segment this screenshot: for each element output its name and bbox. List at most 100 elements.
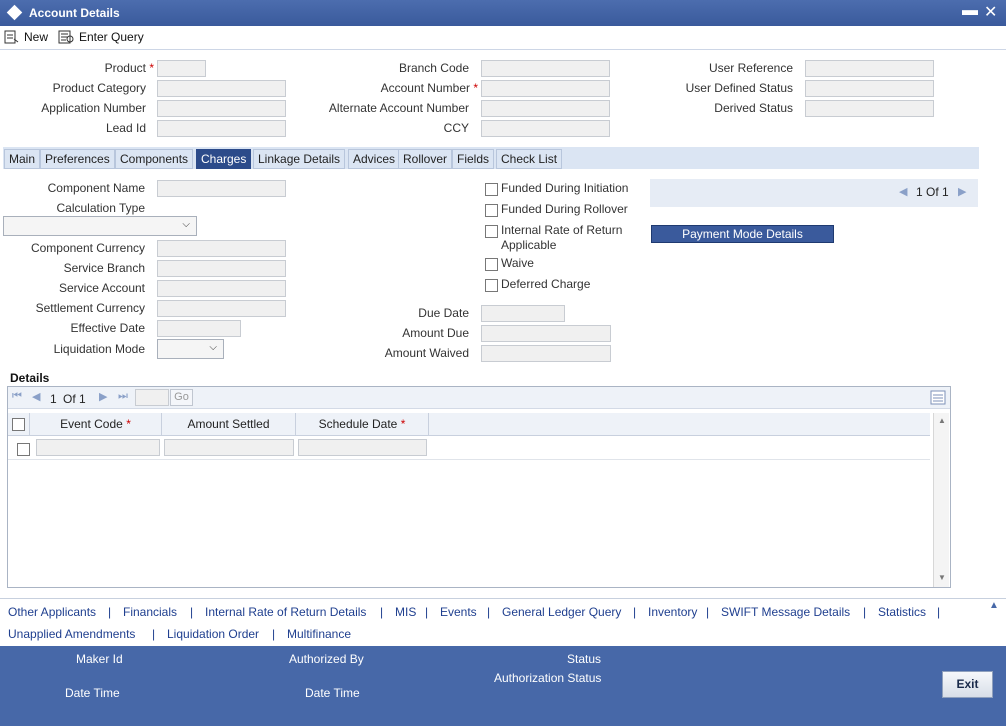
funded-initiation-label: Funded During Initiation bbox=[501, 181, 629, 195]
user-defined-status-field[interactable] bbox=[805, 80, 934, 97]
link-general-ledger-query[interactable]: General Ledger Query bbox=[502, 605, 621, 619]
product-category-field[interactable] bbox=[157, 80, 286, 97]
settlement-currency-field[interactable] bbox=[157, 300, 286, 317]
tab-preferences[interactable]: Preferences bbox=[40, 149, 115, 169]
column-amount-settled[interactable]: Amount Settled bbox=[162, 413, 296, 436]
product-field[interactable] bbox=[157, 60, 206, 77]
link-multifinance[interactable]: Multifinance bbox=[287, 627, 351, 641]
service-account-field[interactable] bbox=[157, 280, 286, 297]
window-title: Account Details bbox=[29, 6, 120, 20]
link-liquidation-order[interactable]: Liquidation Order bbox=[167, 627, 259, 641]
lead-id-field[interactable] bbox=[157, 120, 286, 137]
funded-rollover-checkbox[interactable] bbox=[485, 204, 498, 217]
select-all-cell bbox=[8, 413, 30, 436]
select-all-checkbox[interactable] bbox=[12, 418, 25, 431]
schedule-date-cell[interactable] bbox=[298, 439, 427, 456]
audit-footer: Maker Id Date Time Authorized By Date Ti… bbox=[0, 646, 1006, 726]
amount-due-field[interactable] bbox=[481, 325, 611, 342]
irr-applicable-label-line2: Applicable bbox=[501, 238, 557, 252]
collapse-up-icon[interactable]: ▲ bbox=[989, 600, 999, 611]
column-schedule-date[interactable]: Schedule Date * bbox=[296, 413, 429, 436]
derived-status-field[interactable] bbox=[805, 100, 934, 117]
next-page-icon[interactable]: ▶ bbox=[99, 390, 107, 403]
scroll-down-icon[interactable]: ▼ bbox=[938, 573, 946, 582]
link-unapplied-amendments[interactable]: Unapplied Amendments bbox=[8, 627, 135, 641]
effective-date-label: Effective Date bbox=[70, 321, 145, 335]
effective-date-field[interactable] bbox=[157, 320, 241, 337]
next-icon[interactable]: ▶ bbox=[958, 185, 966, 198]
link-other-applicants[interactable]: Other Applicants bbox=[8, 605, 96, 619]
page-number-input[interactable] bbox=[135, 389, 169, 406]
user-reference-field[interactable] bbox=[805, 60, 934, 77]
calculation-type-select[interactable]: ⌵ bbox=[3, 216, 197, 236]
exit-button[interactable]: Exit bbox=[942, 671, 993, 698]
tab-check-list[interactable]: Check List bbox=[496, 149, 563, 169]
tab-linkage-details[interactable]: Linkage Details bbox=[253, 149, 346, 169]
link-events[interactable]: Events bbox=[440, 605, 477, 619]
link-irr-details[interactable]: Internal Rate of Return Details bbox=[205, 605, 366, 619]
new-button[interactable]: New bbox=[4, 28, 48, 46]
details-scrollbar[interactable]: ▲ ▼ bbox=[933, 413, 949, 587]
branch-code-field[interactable] bbox=[481, 60, 610, 77]
maker-id-label: Maker Id bbox=[76, 652, 123, 666]
details-grid-nav: ⏮ ◀ 1 Of 1 ▶ ⏭ Go bbox=[8, 387, 950, 409]
link-inventory[interactable]: Inventory bbox=[648, 605, 697, 619]
go-button[interactable]: Go bbox=[170, 389, 193, 406]
due-date-field[interactable] bbox=[481, 305, 565, 322]
branch-code-label: Branch Code bbox=[398, 61, 469, 75]
tab-rollover[interactable]: Rollover bbox=[398, 149, 453, 169]
deferred-charge-checkbox[interactable] bbox=[485, 279, 498, 292]
previous-icon[interactable]: ◀ bbox=[899, 185, 907, 198]
tab-main[interactable]: Main bbox=[4, 149, 41, 169]
settlement-currency-label: Settlement Currency bbox=[35, 301, 145, 315]
lead-id-label: Lead Id bbox=[105, 121, 146, 135]
close-button[interactable]: ✕ bbox=[984, 2, 997, 22]
application-number-field[interactable] bbox=[157, 100, 286, 117]
new-icon bbox=[4, 30, 19, 44]
link-swift-message-details[interactable]: SWIFT Message Details bbox=[721, 605, 850, 619]
auth-date-time-label: Date Time bbox=[305, 686, 360, 700]
details-pager-of: Of 1 bbox=[63, 392, 86, 406]
link-financials[interactable]: Financials bbox=[123, 605, 177, 619]
grid-options-icon[interactable] bbox=[930, 390, 946, 405]
amount-settled-cell[interactable] bbox=[164, 439, 294, 456]
previous-page-icon[interactable]: ◀ bbox=[32, 390, 40, 403]
chevron-down-icon: ⌵ bbox=[209, 342, 217, 353]
application-number-label: Application Number bbox=[41, 101, 146, 115]
amount-waived-field[interactable] bbox=[481, 345, 611, 362]
link-separator: | bbox=[425, 605, 429, 619]
amount-waived-label: Amount Waived bbox=[384, 346, 469, 360]
last-page-icon[interactable]: ⏭ bbox=[118, 390, 128, 403]
column-event-code[interactable]: Event Code * bbox=[30, 413, 162, 436]
account-number-field[interactable] bbox=[481, 80, 610, 97]
event-code-cell[interactable] bbox=[36, 439, 160, 456]
link-mis[interactable]: MIS bbox=[395, 605, 416, 619]
link-separator: | bbox=[863, 605, 867, 619]
first-page-icon[interactable]: ⏮ bbox=[12, 390, 22, 403]
toolbar-divider bbox=[0, 49, 1006, 50]
link-separator: | bbox=[380, 605, 384, 619]
enter-query-button[interactable]: Enter Query bbox=[58, 28, 144, 46]
component-name-field[interactable] bbox=[157, 180, 286, 197]
tab-fields[interactable]: Fields bbox=[452, 149, 495, 169]
date-time-label: Date Time bbox=[65, 686, 120, 700]
irr-applicable-checkbox[interactable] bbox=[485, 225, 498, 238]
service-branch-label: Service Branch bbox=[63, 261, 145, 275]
link-statistics[interactable]: Statistics bbox=[878, 605, 926, 619]
tab-advices[interactable]: Advices bbox=[348, 149, 401, 169]
liquidation-mode-select[interactable]: ⌵ bbox=[157, 339, 224, 359]
scroll-up-icon[interactable]: ▲ bbox=[938, 416, 946, 425]
tab-components[interactable]: Components bbox=[115, 149, 194, 169]
waive-checkbox[interactable] bbox=[485, 258, 498, 271]
authorization-status-label: Authorization Status bbox=[494, 671, 602, 685]
tab-charges[interactable]: Charges bbox=[196, 149, 252, 169]
component-currency-field[interactable] bbox=[157, 240, 286, 257]
ccy-field[interactable] bbox=[481, 120, 610, 137]
funded-initiation-checkbox[interactable] bbox=[485, 183, 498, 196]
service-branch-field[interactable] bbox=[157, 260, 286, 277]
row-checkbox[interactable] bbox=[17, 443, 30, 456]
payment-mode-details-button[interactable]: Payment Mode Details bbox=[651, 225, 834, 243]
irr-applicable-label-line1: Internal Rate of Return bbox=[501, 223, 623, 237]
minimize-button[interactable]: ▬ bbox=[962, 2, 978, 20]
alternate-account-number-field[interactable] bbox=[481, 100, 610, 117]
